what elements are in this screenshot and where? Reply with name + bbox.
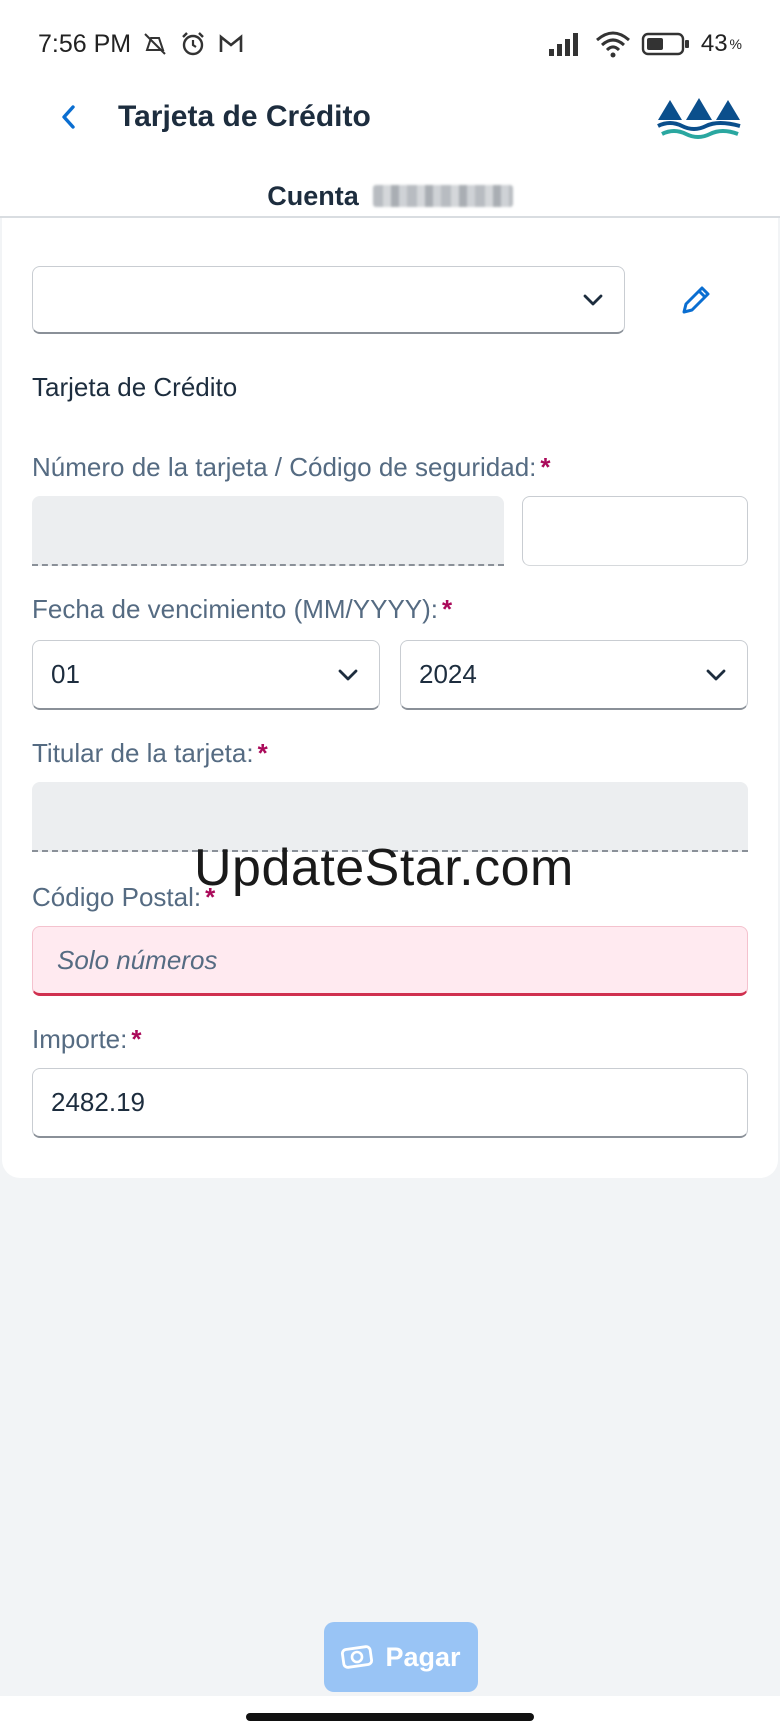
app-screen: 7:56 PM 43% Tarjeta de Crédito Cuenta Ta…: [0, 0, 780, 1733]
amount-input[interactable]: 2482.19: [32, 1068, 748, 1138]
expiry-month-value: 01: [51, 659, 80, 689]
pencil-icon: [682, 286, 710, 314]
account-label: Cuenta: [267, 180, 359, 211]
status-bar: 7:56 PM 43%: [0, 0, 780, 88]
card-number-label: Número de la tarjeta / Código de segurid…: [32, 452, 551, 483]
signal-icon: [547, 30, 585, 58]
status-right: 43%: [547, 30, 742, 58]
pay-button-label: Pagar: [385, 1641, 461, 1672]
postal-label: Código Postal: *: [32, 882, 215, 913]
edit-card-button[interactable]: [674, 278, 718, 322]
chevron-down-icon: [703, 662, 729, 688]
required-mark: *: [442, 594, 453, 624]
amount-label: Importe: *: [32, 1024, 142, 1055]
required-mark: *: [131, 1024, 142, 1054]
section-title: Tarjeta de Crédito: [32, 372, 238, 402]
postal-label-text: Código Postal:: [32, 882, 202, 912]
amount-value: 2482.19: [51, 1087, 145, 1117]
silent-icon: [141, 30, 169, 58]
app-header: Tarjeta de Crédito Cuenta: [0, 88, 780, 218]
battery-icon: [641, 30, 691, 58]
back-chevron-icon: [62, 105, 75, 129]
home-indicator[interactable]: [246, 1713, 534, 1721]
chevron-down-icon: [580, 287, 606, 313]
holder-label-text: Titular de la tarjeta:: [32, 738, 254, 768]
postal-code-placeholder: Solo números: [57, 944, 218, 975]
expiry-label: Fecha de vencimiento (MM/YYYY): *: [32, 594, 452, 625]
chevron-down-icon: [335, 662, 361, 688]
alarm-icon: [179, 30, 207, 58]
security-code-input[interactable]: [522, 496, 748, 566]
watermark-text: UpdateStar.com: [194, 839, 574, 897]
required-mark: *: [257, 738, 268, 768]
status-time: 7:56 PM: [38, 29, 132, 58]
battery-percent: 43: [700, 30, 728, 57]
status-left: 7:56 PM: [38, 30, 245, 59]
wifi-icon: [595, 30, 631, 58]
required-mark: *: [540, 452, 551, 482]
battery-percent-sign: %: [729, 36, 742, 52]
pay-button[interactable]: Pagar: [324, 1622, 478, 1692]
expiry-month-select[interactable]: 01: [32, 640, 380, 710]
card-number-input[interactable]: [32, 496, 504, 566]
account-number-redacted: [372, 185, 513, 207]
page-title: Tarjeta de Crédito: [118, 100, 371, 133]
back-button[interactable]: [48, 92, 88, 142]
expiry-label-text: Fecha de vencimiento (MM/YYYY):: [32, 594, 439, 624]
gmail-icon: [217, 30, 245, 58]
amount-label-text: Importe:: [32, 1024, 128, 1054]
postal-code-input[interactable]: Solo números: [32, 926, 748, 996]
expiry-year-value: 2024: [419, 659, 477, 689]
expiry-year-select[interactable]: 2024: [400, 640, 748, 710]
cash-icon: [341, 1645, 374, 1669]
logo-icon: [656, 88, 742, 146]
card-number-label-text: Número de la tarjeta / Código de segurid…: [32, 452, 537, 482]
account-row: Cuenta: [0, 176, 780, 216]
holder-label: Titular de la tarjeta: *: [32, 738, 268, 769]
card-select[interactable]: [32, 266, 625, 334]
